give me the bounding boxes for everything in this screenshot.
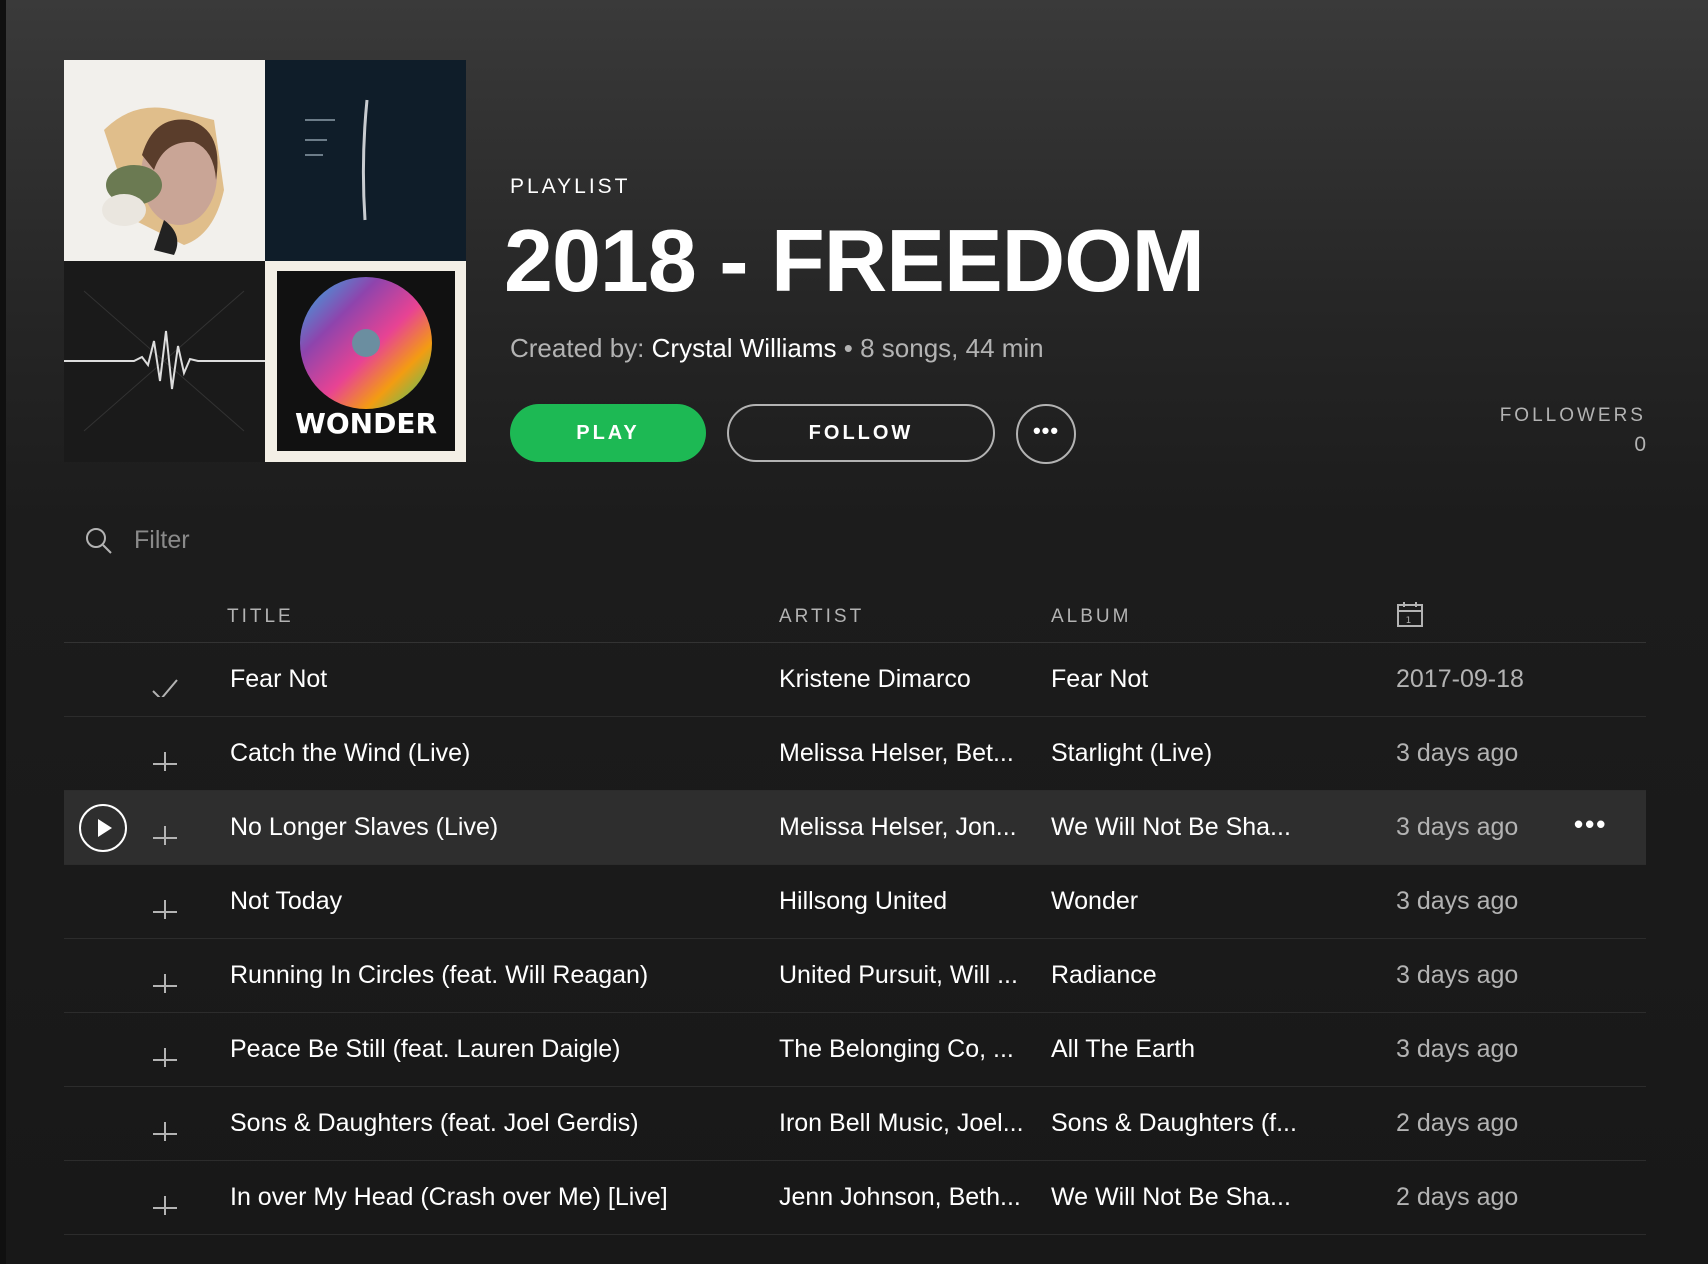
table-row[interactable]: No Longer Slaves (Live) Melissa Helser, J…: [64, 791, 1646, 865]
track-album[interactable]: All The Earth: [1051, 1013, 1301, 1086]
table-row[interactable]: Sons & Daughters (feat. Joel Gerdis) Iron…: [64, 1087, 1646, 1161]
track-artist[interactable]: Melissa Helser, Jon...: [779, 791, 1039, 864]
track-added-date: 2 days ago: [1396, 1109, 1519, 1137]
checkmark-icon[interactable]: [150, 661, 190, 697]
add-icon[interactable]: [150, 1105, 190, 1141]
add-icon[interactable]: [150, 1031, 190, 1067]
track-added-date: 3 days ago: [1396, 887, 1519, 915]
created-by-label: Created by:: [510, 333, 645, 363]
track-added-date: 3 days ago: [1396, 1035, 1519, 1063]
table-row[interactable]: In over My Head (Crash over Me) [Live] Je…: [64, 1161, 1646, 1235]
track-title: Not Today: [230, 887, 343, 915]
cover-art-portrait: [64, 60, 265, 261]
column-album[interactable]: ALBUM: [1051, 606, 1131, 628]
track-artist[interactable]: Kristene Dimarco: [779, 643, 1039, 716]
track-album[interactable]: We Will Not Be Sha...: [1051, 1161, 1301, 1234]
track-album[interactable]: Sons & Daughters (f...: [1051, 1087, 1301, 1160]
add-icon[interactable]: [150, 809, 190, 845]
owner-link[interactable]: Crystal Williams: [652, 333, 837, 363]
table-row[interactable]: Running In Circles (feat. Will Reagan) Un…: [64, 939, 1646, 1013]
track-album[interactable]: Fear Not: [1051, 643, 1301, 716]
playlist-page: WONDER PLAYLIST 2018 - FREEDOM Created b…: [0, 0, 1708, 1264]
filter-input[interactable]: [132, 525, 436, 556]
track-album[interactable]: Starlight (Live): [1051, 717, 1301, 790]
table-row[interactable]: Not Today Hillsong United Wonder 3 days ago: [64, 865, 1646, 939]
track-artist[interactable]: The Belonging Co, ...: [779, 1013, 1039, 1086]
track-table: TITLE ARTIST ALBUM 1 Fear Not Kristene Di…: [64, 600, 1646, 1235]
track-title: Fear Not: [230, 665, 328, 693]
play-track-icon[interactable]: [78, 803, 128, 853]
search-icon: [86, 527, 112, 554]
track-more-button[interactable]: •••: [1574, 791, 1607, 857]
track-album[interactable]: Radiance: [1051, 939, 1301, 1012]
filter-bar: [84, 525, 436, 556]
track-artist[interactable]: Melissa Helser, Bet...: [779, 717, 1039, 790]
track-title: Sons & Daughters (feat. Joel Gerdis): [230, 1109, 639, 1137]
add-icon[interactable]: [150, 957, 190, 993]
add-icon[interactable]: [150, 1179, 190, 1215]
followers-block: FOLLOWERS 0: [1500, 405, 1646, 457]
playlist-kind-wrapper: PLAYLIST: [510, 175, 631, 199]
followers-count: 0: [1634, 433, 1646, 456]
track-album[interactable]: Wonder: [1051, 865, 1301, 938]
table-row[interactable]: Catch the Wind (Live) Melissa Helser, Bet…: [64, 717, 1646, 791]
track-title: Running In Circles (feat. Will Reagan): [230, 961, 649, 989]
track-album[interactable]: We Will Not Be Sha...: [1051, 791, 1301, 864]
calendar-icon[interactable]: 1: [1396, 600, 1424, 634]
playlist-kind: PLAYLIST: [510, 175, 631, 198]
table-row[interactable]: Peace Be Still (feat. Lauren Daigle) The …: [64, 1013, 1646, 1087]
playlist-stats: • 8 songs, 44 min: [843, 333, 1044, 363]
playlist-meta: Created by: Crystal Williams • 8 songs, …: [510, 333, 1044, 364]
track-title: Catch the Wind (Live): [230, 739, 471, 767]
followers-label: FOLLOWERS: [1499, 405, 1646, 426]
cover-art-dark-blue: [265, 60, 466, 261]
column-title[interactable]: TITLE: [227, 606, 294, 628]
playlist-title: 2018 - FREEDOM: [504, 211, 1205, 310]
track-title: Peace Be Still (feat. Lauren Daigle): [230, 1035, 621, 1063]
more-options-button[interactable]: •••: [1016, 404, 1076, 464]
sidebar-edge: [0, 0, 6, 1264]
track-added-date: 3 days ago: [1396, 813, 1519, 841]
track-added-date: 3 days ago: [1396, 961, 1519, 989]
track-added-date: 2017-09-18: [1396, 665, 1524, 693]
track-title: No Longer Slaves (Live): [230, 813, 499, 841]
track-added-date: 2 days ago: [1396, 1183, 1519, 1211]
playlist-cover[interactable]: WONDER: [64, 60, 466, 462]
cover-art-waveform: [64, 261, 265, 462]
play-button[interactable]: PLAY: [510, 404, 706, 462]
track-list: Fear Not Kristene Dimarco Fear Not 2017-09-…: [64, 643, 1646, 1235]
track-artist[interactable]: Hillsong United: [779, 865, 1039, 938]
track-artist[interactable]: United Pursuit, Will ...: [779, 939, 1039, 1012]
add-icon[interactable]: [150, 883, 190, 919]
svg-text:1: 1: [1406, 616, 1415, 626]
track-artist[interactable]: Jenn Johnson, Beth...: [779, 1161, 1039, 1234]
cover-art-wonder: WONDER: [265, 261, 466, 462]
follow-button[interactable]: FOLLOW: [727, 404, 995, 462]
cover-art-title: WONDER: [295, 407, 437, 440]
track-title: In over My Head (Crash over Me) [Live]: [230, 1183, 668, 1211]
track-added-date: 3 days ago: [1396, 739, 1519, 767]
add-icon[interactable]: [150, 735, 190, 771]
track-artist[interactable]: Iron Bell Music, Joel...: [779, 1087, 1039, 1160]
column-artist[interactable]: ARTIST: [779, 606, 864, 628]
table-header: TITLE ARTIST ALBUM 1: [64, 600, 1646, 643]
table-row[interactable]: Fear Not Kristene Dimarco Fear Not 2017-09-…: [64, 643, 1646, 717]
